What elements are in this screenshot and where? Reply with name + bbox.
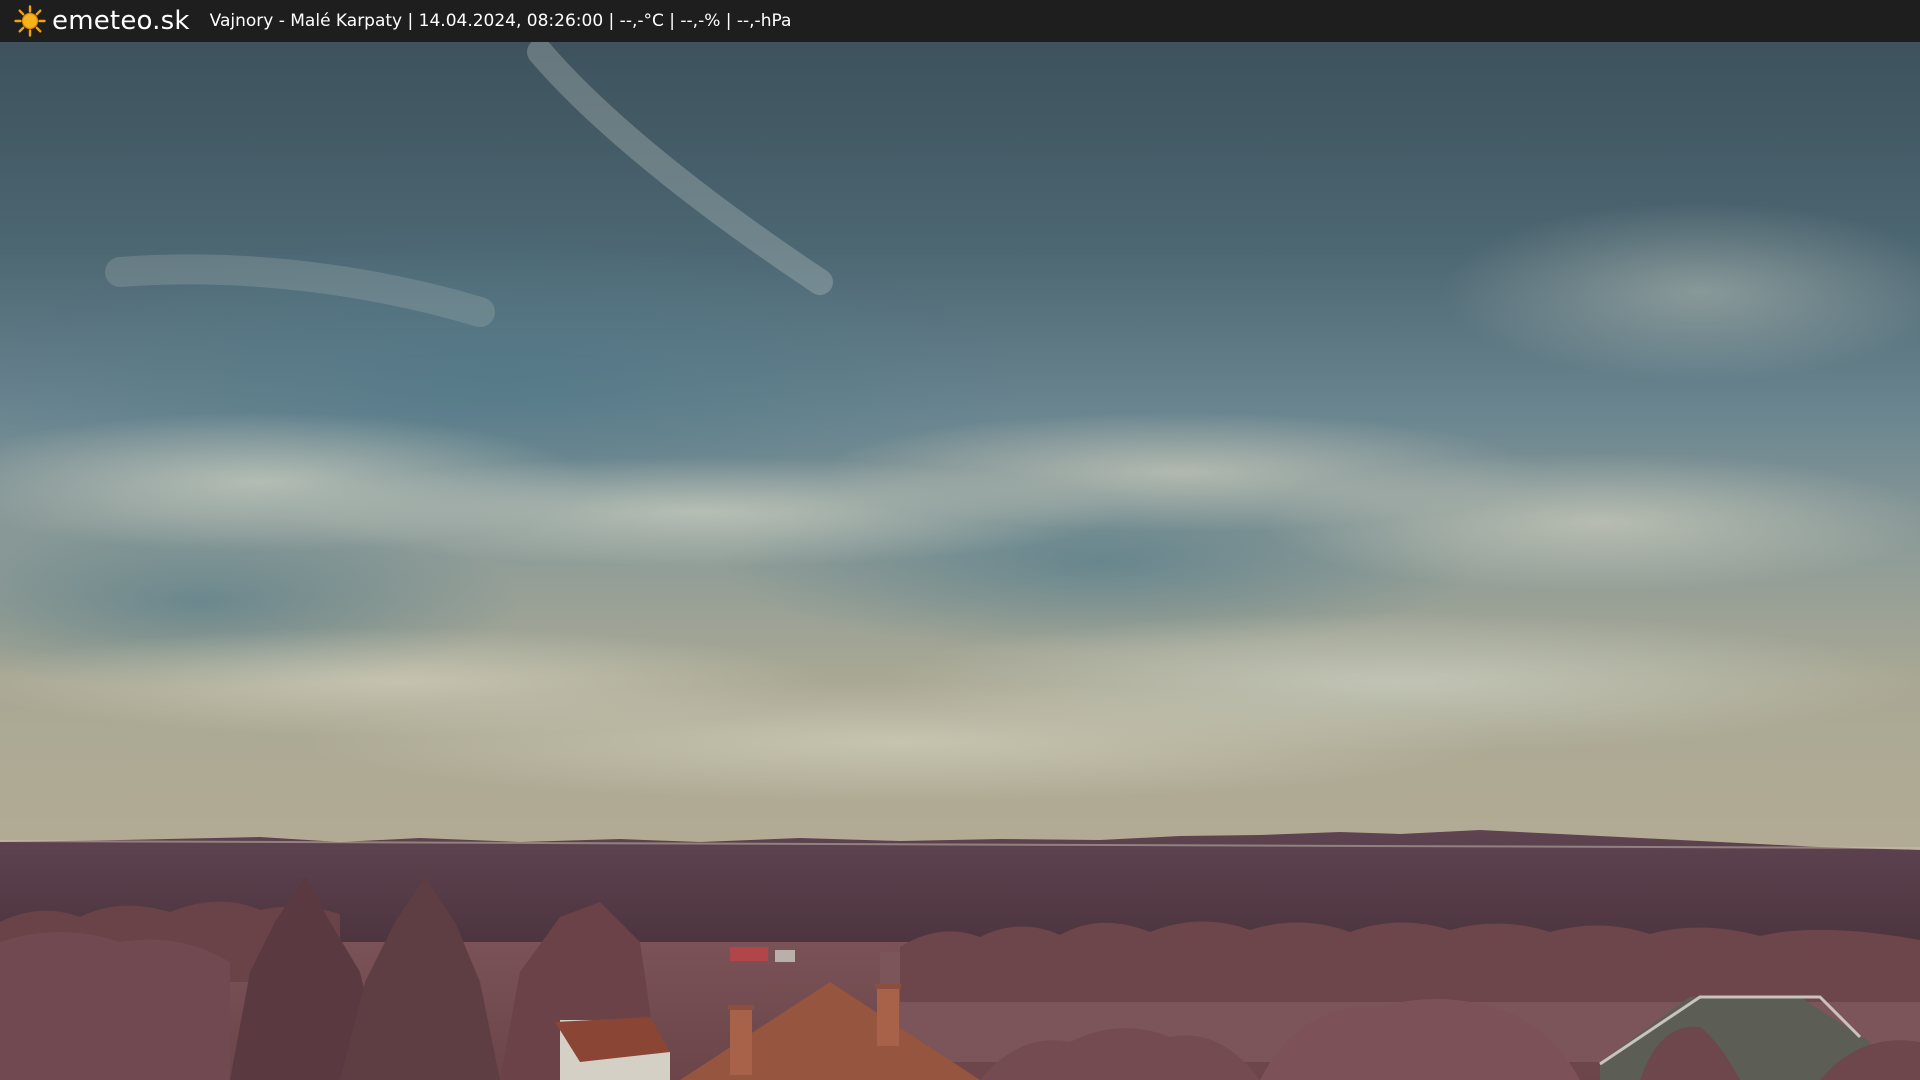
- station-caption: Vajnory - Malé Karpaty | 14.04.2024, 08:…: [209, 11, 792, 31]
- brand-name: emeteo.sk: [52, 6, 190, 36]
- landscape-scene: [0, 42, 1920, 1080]
- sun-icon: [14, 5, 46, 37]
- top-bar: emeteo.sk Vajnory - Malé Karpaty | 14.04…: [0, 0, 1920, 42]
- webcam-image: [0, 42, 1920, 1080]
- brand[interactable]: emeteo.sk: [14, 5, 190, 37]
- webcam-frame: emeteo.sk Vajnory - Malé Karpaty | 14.04…: [0, 0, 1920, 1080]
